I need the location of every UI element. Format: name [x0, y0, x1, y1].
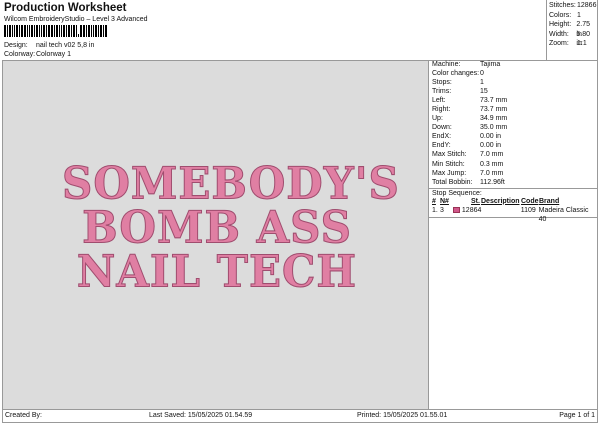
- stop-sequence: Stop Sequence: # N# St. Description Code…: [429, 187, 598, 224]
- stop-stitches: 12864: [461, 207, 482, 215]
- stat-row: Width: 5.80 in: [549, 30, 597, 48]
- machine-value: 34.9 mm: [480, 115, 508, 123]
- machine-label: EndX:: [432, 133, 452, 141]
- machine-label: Max Jump:: [432, 169, 467, 177]
- stop-needle: 3: [439, 207, 444, 215]
- last-saved: Last Saved: 15/05/2025 01.54.59: [149, 412, 253, 419]
- stop-row: 1. 3 12864 1109 Madeira Classic 40: [429, 206, 598, 224]
- stat-row: Zoom: 1:1: [549, 39, 597, 49]
- colorway-label: Colorway:: [4, 51, 36, 58]
- machine-row: Trims: 15: [429, 87, 598, 96]
- machine-value: 7.0 mm: [480, 151, 504, 159]
- stat-label: Stitches:: [549, 2, 576, 9]
- stop-sequence-title: Stop Sequence:: [432, 189, 482, 197]
- machine-label: Trims:: [432, 88, 452, 96]
- stop-brand: Madeira Classic 40: [538, 207, 589, 224]
- machine-row: Total Bobbin: 112.96ft: [429, 178, 598, 187]
- machine-row: EndX: 0.00 in: [429, 132, 598, 141]
- stat-value: 5.80 in: [576, 30, 591, 48]
- machine-label: EndY:: [432, 142, 451, 150]
- machine-label: Total Bobbin:: [432, 178, 473, 186]
- machine-label: Machine:: [432, 61, 461, 68]
- created-by: Created By:: [5, 412, 42, 419]
- machine-value: 0.00 in: [480, 133, 502, 141]
- machine-value: Tajima: [480, 61, 501, 68]
- stat-value: 12866: [577, 2, 597, 9]
- machine-row: Min Stitch: 0.3 mm: [429, 160, 598, 169]
- design-line-1: SOMEBODY'S: [62, 157, 400, 210]
- machine-label: Max Stitch:: [432, 151, 467, 159]
- col-brand: Brand: [539, 197, 560, 205]
- stat-value: 1: [577, 11, 581, 19]
- machine-label: Right:: [432, 106, 451, 114]
- machine-value: 0.00 in: [480, 142, 502, 150]
- stat-value: 1:1: [577, 40, 587, 48]
- design-stats: Stitches: 12866 Colors: 1 Height: 2.75 in Widt…: [546, 0, 598, 60]
- machine-row: Right: 73.7 mm: [429, 105, 598, 114]
- page-number: Page 1 of 1: [559, 412, 595, 419]
- footer: Created By: Last Saved: 15/05/2025 01.54…: [2, 410, 598, 423]
- design-line-3: NAIL TECH: [76, 245, 358, 298]
- stat-value: 2.75 in: [576, 21, 591, 38]
- stop-num: 1.: [432, 207, 438, 215]
- machine-value: 112.96ft: [480, 178, 505, 186]
- machine-value: 0.3 mm: [480, 160, 504, 168]
- stat-label: Colors:: [549, 11, 572, 19]
- stop-code: 1109: [520, 207, 536, 215]
- stat-label: Zoom:: [549, 40, 569, 48]
- machine-row: Up: 34.9 mm: [429, 114, 598, 123]
- barcode: [4, 25, 160, 37]
- design-line-2: BOMB ASS: [82, 201, 352, 254]
- col-description: Description: [481, 197, 520, 205]
- machine-label: Up:: [432, 115, 443, 123]
- stop-sequence-header: # N# St. Description Code Brand: [429, 198, 598, 207]
- design-value: nail tech v02 5,8 in: [36, 42, 95, 49]
- machine-value: 1: [480, 79, 484, 87]
- color-swatch: [452, 207, 460, 214]
- software-name: Wilcom EmbroideryStudio – Level 3 Advanc…: [4, 16, 148, 23]
- page-title: Production Worksheet: [4, 2, 127, 14]
- col-needle: N#: [440, 197, 449, 205]
- machine-value: 35.0 mm: [480, 124, 508, 132]
- machine-label: Color changes:: [432, 70, 480, 78]
- machine-value: 7.0 mm: [480, 169, 504, 177]
- machine-row: Stops: 1: [429, 78, 598, 87]
- machine-value: 73.7 mm: [480, 106, 508, 114]
- machine-label: Stops:: [432, 79, 452, 87]
- col-code: Code: [521, 197, 539, 205]
- machine-row: Color changes: 0: [429, 69, 598, 78]
- machine-row: Machine: Tajima: [429, 60, 598, 69]
- design-label: Design:: [4, 42, 28, 49]
- machine-info-panel: Machine: Tajima Color changes: 0 Stops: 1 Trim…: [428, 60, 598, 410]
- stat-label: Width:: [549, 30, 569, 38]
- machine-label: Left:: [432, 97, 446, 105]
- stat-row: Stitches: 12866: [549, 1, 597, 11]
- machine-row: EndY: 0.00 in: [429, 141, 598, 150]
- machine-row: Max Stitch: 7.0 mm: [429, 150, 598, 159]
- printed-date: Printed: 15/05/2025 01.55.01: [357, 412, 448, 419]
- machine-row: Down: 35.0 mm: [429, 123, 598, 132]
- col-stitches: St.: [471, 197, 480, 205]
- machine-value: 15: [480, 88, 488, 96]
- col-num: #: [432, 197, 436, 205]
- machine-row: Max Jump: 7.0 mm: [429, 169, 598, 178]
- stat-label: Height:: [549, 21, 572, 29]
- machine-row: Left: 73.7 mm: [429, 96, 598, 105]
- machine-value: 0: [480, 70, 484, 78]
- stat-row: Colors: 1: [549, 11, 597, 21]
- colorway-value: Colorway 1: [36, 51, 72, 58]
- stat-row: Height: 2.75 in: [549, 20, 597, 38]
- embroidery-design: SOMEBODY'S BOMB ASS NAIL TECH: [62, 157, 400, 298]
- machine-label: Down:: [432, 124, 452, 132]
- machine-value: 73.7 mm: [480, 97, 508, 105]
- machine-label: Min Stitch:: [432, 160, 465, 168]
